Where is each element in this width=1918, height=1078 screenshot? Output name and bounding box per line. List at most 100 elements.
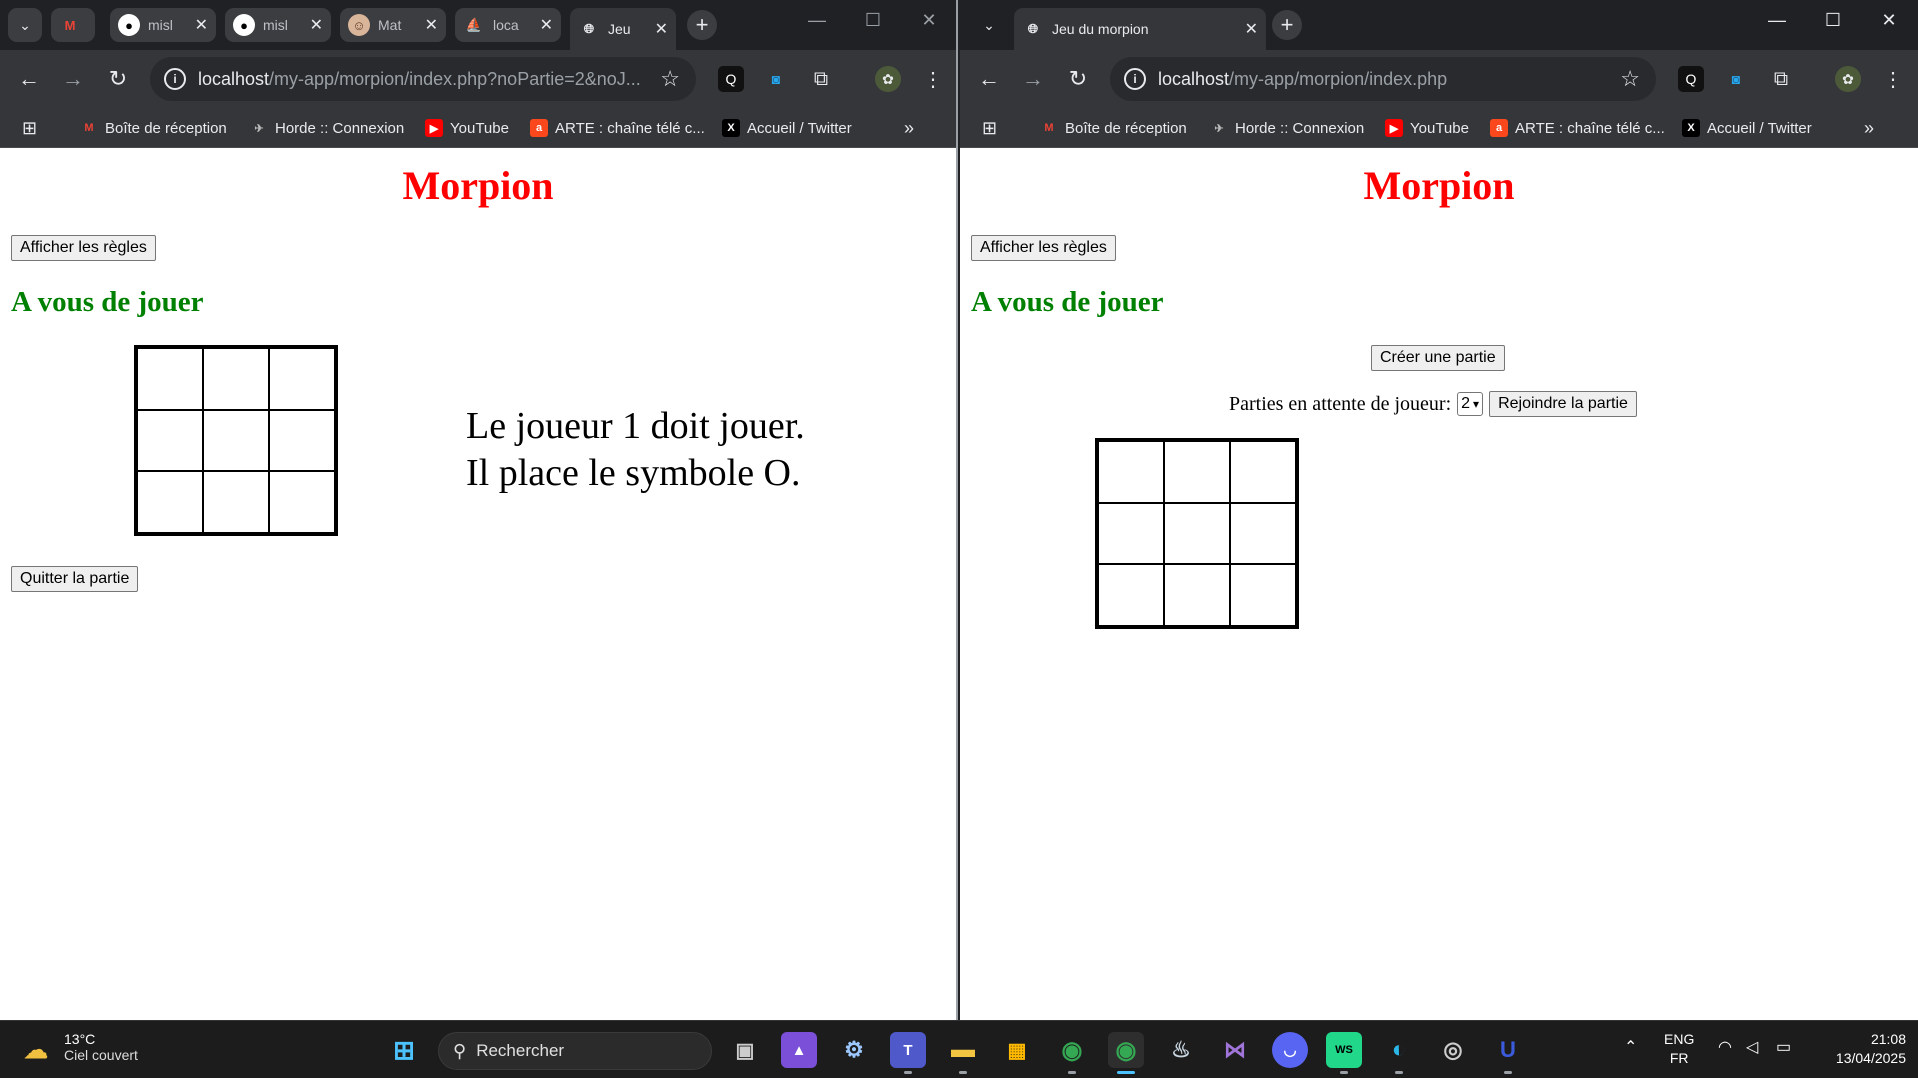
close-icon[interactable]: ✕ [195,15,208,35]
wifi-icon[interactable]: ◠ [1718,1037,1732,1057]
extension-camera-icon[interactable]: ◙ [1723,66,1749,92]
menu-dots-icon[interactable]: ⋮ [920,66,946,92]
board-cell[interactable] [1164,564,1230,626]
more-bookmarks-icon[interactable]: » [904,116,914,140]
show-rules-button[interactable]: Afficher les règles [11,235,156,261]
board-cell[interactable] [1230,564,1296,626]
maximize-button[interactable]: ☐ [1818,10,1848,31]
taskbar-search[interactable]: ⚲ Rechercher [438,1032,712,1070]
profile-avatar[interactable]: ✿ [1835,66,1861,92]
close-icon[interactable]: ✕ [310,15,323,35]
info-icon[interactable]: i [1124,68,1146,90]
bookmark-arte[interactable]: a ARTE : chaîne télé c... [530,116,705,140]
menu-dots-icon[interactable]: ⋮ [1880,66,1906,92]
bookmark-horde[interactable]: ✈ Horde :: Connexion [250,116,404,140]
task-view-icon[interactable]: ▣ [727,1032,763,1068]
url-text[interactable]: localhost/my-app/morpion/index.php?noPar… [198,69,660,90]
extension-camera-icon[interactable]: ◙ [763,66,789,92]
back-button[interactable]: ← [974,64,1004,94]
board-cell[interactable] [203,409,269,472]
battery-icon[interactable]: ▭ [1776,1037,1791,1057]
bookmark-horde[interactable]: ✈ Horde :: Connexion [1210,116,1364,140]
board-cell[interactable] [203,348,269,410]
url-text[interactable]: localhost/my-app/morpion/index.php [1158,69,1620,90]
tab-search-button[interactable]: ⌄ [974,10,1004,40]
tab-github-2[interactable]: ● misl ✕ [225,8,331,42]
bookmark-twitter[interactable]: X Accueil / Twitter [1682,116,1812,140]
tray-overflow-chevron-icon[interactable]: ⌃ [1624,1037,1637,1057]
weather-widget[interactable]: 13°C Ciel couvert [64,1031,138,1063]
close-icon[interactable]: ✕ [1245,19,1258,39]
bookmark-star-icon[interactable]: ☆ [1620,66,1640,92]
volume-icon[interactable]: ◁ [1746,1037,1758,1057]
reload-button[interactable]: ↻ [103,64,133,94]
apps-grid-icon[interactable]: ⊞ [982,116,997,140]
board-cell[interactable] [1098,441,1164,503]
board-cell[interactable] [1098,502,1164,565]
info-icon[interactable]: i [164,68,186,90]
board-cell[interactable] [137,409,203,472]
board-cell[interactable] [137,348,203,410]
settings-gear-icon[interactable]: ⚙ [836,1032,872,1068]
new-tab-button[interactable]: + [687,10,717,40]
reload-button[interactable]: ↻ [1063,64,1093,94]
tab-profile[interactable]: ☺ Mat ✕ [340,8,446,42]
bookmark-twitter[interactable]: X Accueil / Twitter [722,116,852,140]
bookmark-youtube[interactable]: ▶ YouTube [1385,116,1469,140]
board-cell[interactable] [1230,502,1296,565]
extensions-puzzle-icon[interactable]: ⧉ [808,66,834,92]
apps-grid-icon[interactable]: ⊞ [22,116,37,140]
quit-game-button[interactable]: Quitter la partie [11,566,139,592]
join-game-button[interactable]: Rejoindre la partie [1489,391,1637,417]
board-cell[interactable] [1164,441,1230,503]
discord-icon[interactable]: ◡ [1272,1032,1308,1068]
unity-hub-icon[interactable]: U [1490,1032,1526,1074]
close-icon[interactable]: ✕ [425,15,438,35]
tab-phpmyadmin[interactable]: ⛵ loca ✕ [455,8,561,42]
file-explorer-icon[interactable]: ▬ [945,1032,981,1074]
profile-avatar[interactable]: ✿ [875,66,901,92]
bookmark-gmail[interactable]: M Boîte de réception [1040,116,1186,140]
board-cell[interactable] [269,348,335,410]
waiting-games-select[interactable]: 2 ▾ [1457,392,1484,416]
board-cell[interactable] [1098,564,1164,626]
close-window-button[interactable]: ✕ [914,10,944,31]
bookmark-arte[interactable]: a ARTE : chaîne télé c... [1490,116,1665,140]
teams-icon[interactable]: T [890,1032,926,1074]
board-cell[interactable] [137,471,203,533]
start-windows-icon[interactable]: ⊞ [386,1032,422,1068]
tab-jeu-du-morpion[interactable]: 🌐︎ Jeu du morpion ✕ [1014,8,1266,50]
bookmark-star-icon[interactable]: ☆ [660,66,680,92]
maximize-button[interactable]: ☐ [858,10,888,31]
board-cell[interactable] [203,471,269,533]
store-icon[interactable]: ▦ [999,1032,1035,1068]
close-icon[interactable]: ✕ [540,15,553,35]
edge-icon[interactable]: ◐ [1381,1032,1417,1074]
chrome-active-icon[interactable]: ◉ [1108,1032,1144,1074]
address-bar[interactable]: i localhost/my-app/morpion/index.php?noP… [150,57,696,101]
close-icon[interactable]: ✕ [655,19,668,39]
clock[interactable]: 21:08 13/04/2025 [1812,1030,1906,1068]
bookmark-gmail[interactable]: M Boîte de réception [80,116,226,140]
extensions-puzzle-icon[interactable]: ⧉ [1768,66,1794,92]
new-tab-button[interactable]: + [1272,10,1302,40]
board-cell[interactable] [269,409,335,472]
minimize-button[interactable]: — [1762,10,1792,31]
tab-github-1[interactable]: ● misl ✕ [110,8,216,42]
forward-button[interactable]: → [1018,64,1048,94]
visual-studio-icon[interactable]: ⋈ [1217,1032,1253,1068]
tab-gmail[interactable]: M [51,8,95,42]
chrome-icon[interactable]: ◉ [1054,1032,1090,1074]
board-cell[interactable] [269,471,335,533]
webstorm-icon[interactable]: WS [1326,1032,1362,1074]
create-game-button[interactable]: Créer une partie [1371,345,1505,371]
minimize-button[interactable]: — [802,10,832,31]
tab-jeu-active[interactable]: 🌐︎ Jeu ✕ [570,8,676,50]
obs-icon[interactable]: ◎ [1435,1032,1471,1068]
bookmark-youtube[interactable]: ▶ YouTube [425,116,509,140]
steam-icon[interactable]: ♨ [1163,1032,1199,1068]
extension-q-icon[interactable]: Q [718,66,744,92]
back-button[interactable]: ← [14,64,44,94]
show-rules-button[interactable]: Afficher les règles [971,235,1116,261]
address-bar[interactable]: i localhost/my-app/morpion/index.php ☆ [1110,57,1656,101]
